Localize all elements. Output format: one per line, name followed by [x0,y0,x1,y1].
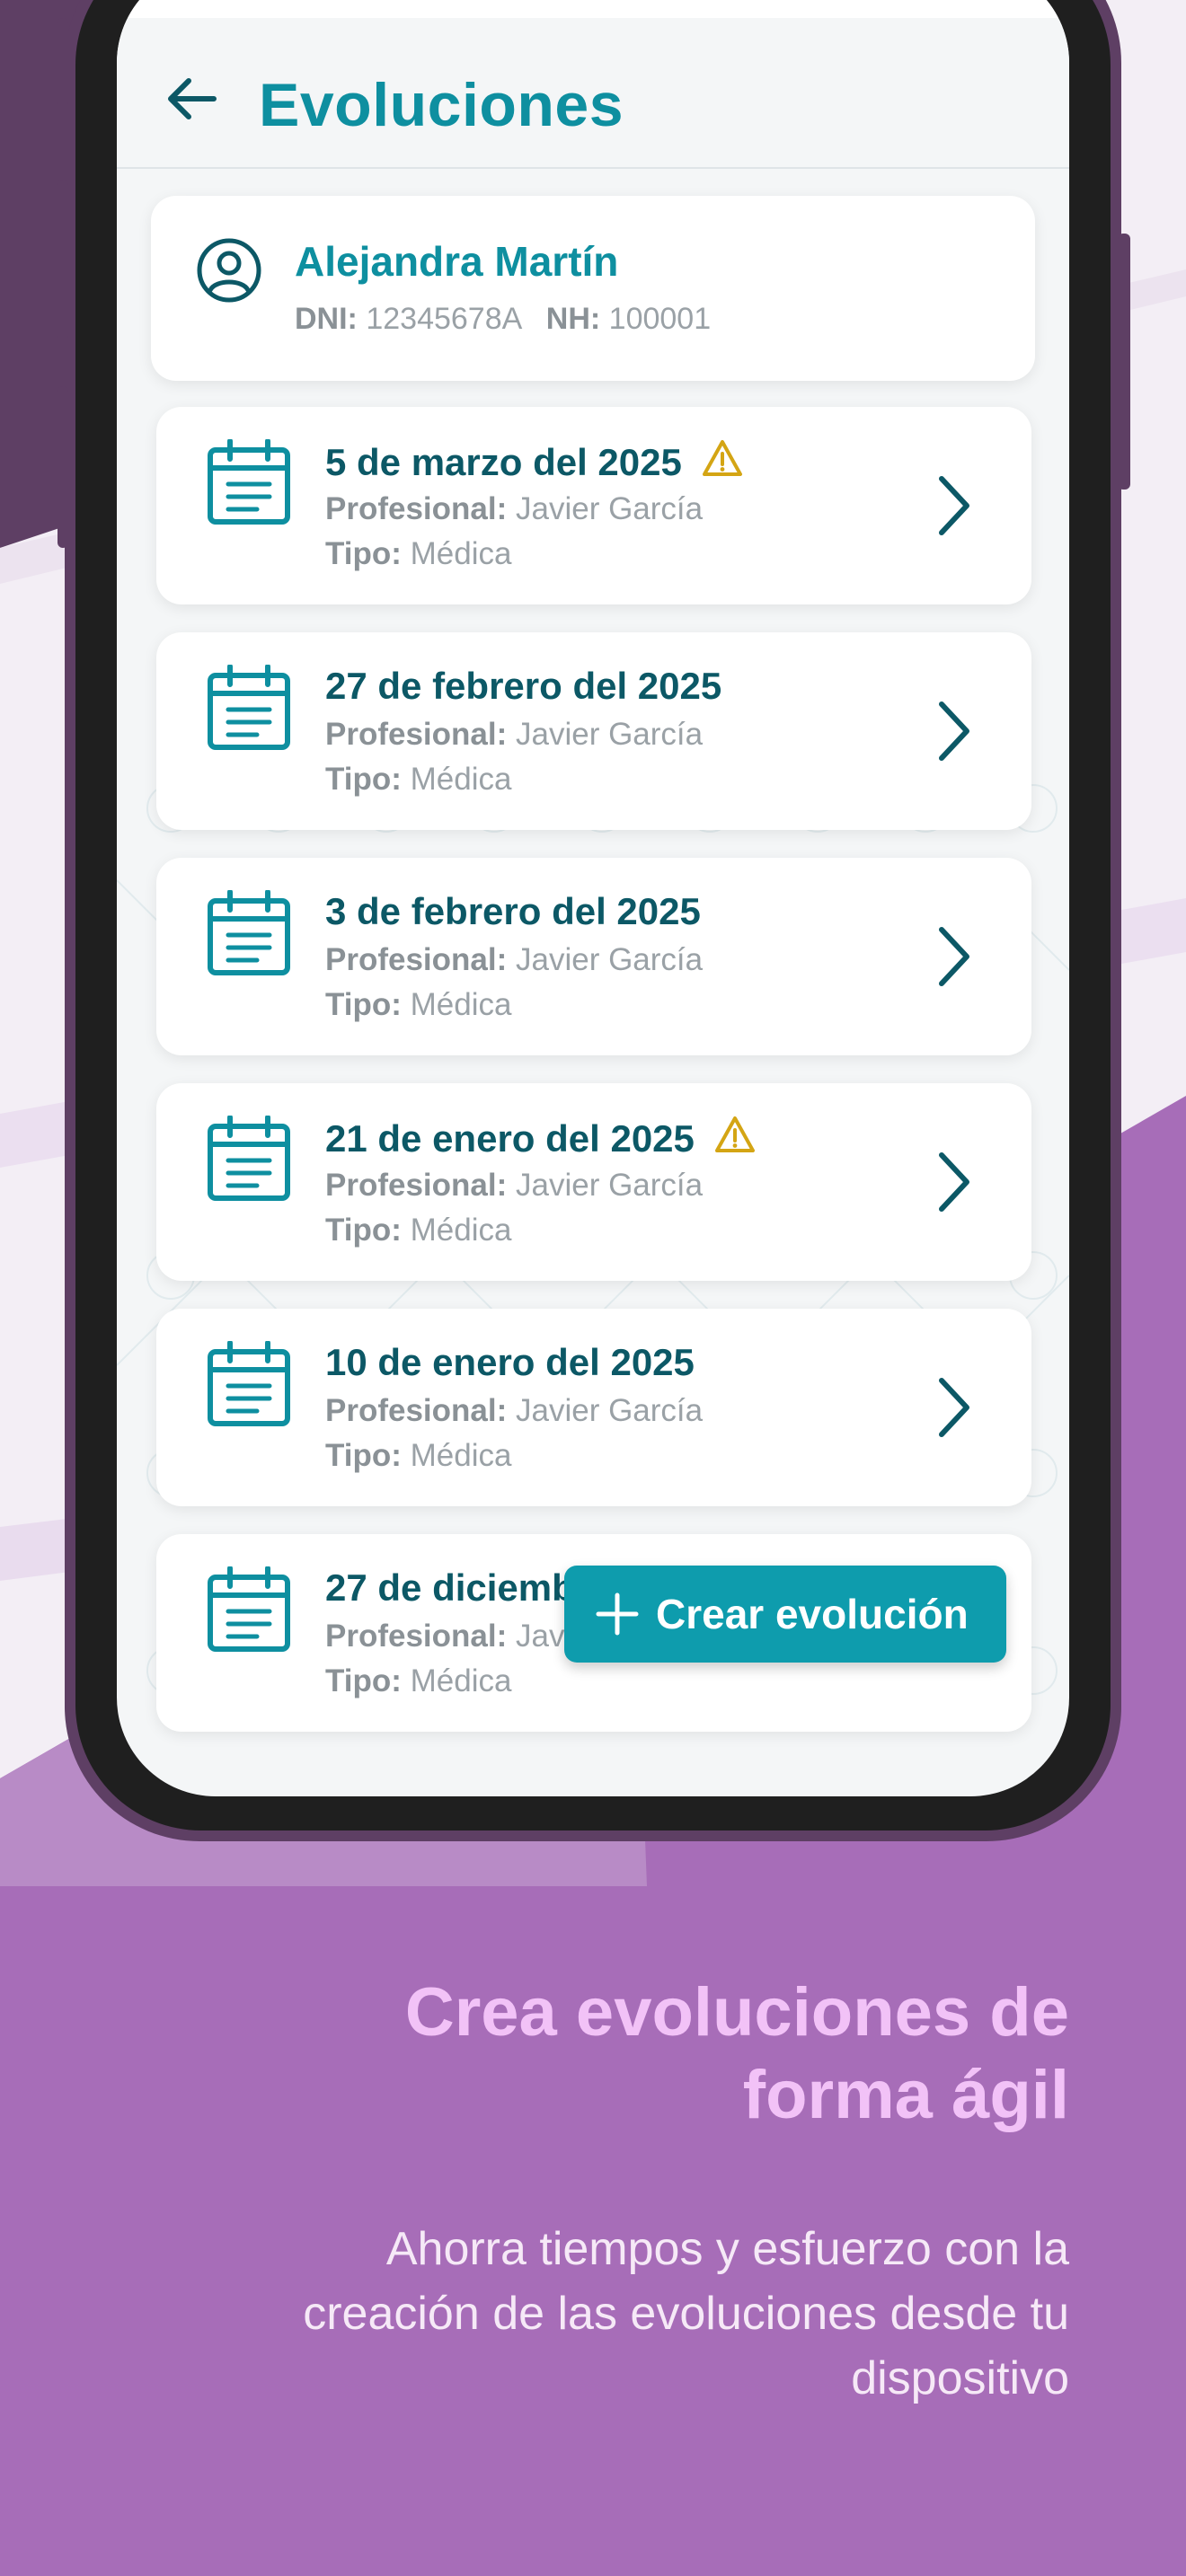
evolution-card[interactable]: 3 de febrero del 2025 Profesional: Javier… [156,858,1031,1055]
promo-headline-line: Crea evoluciones de [404,1974,1069,2051]
page-title: Evoluciones [259,71,624,139]
evolution-date-row: 27 de febrero del 2025 [325,665,721,708]
evolution-card[interactable]: 27 de febrero del 2025 Profesional: Javie… [156,632,1031,830]
evolution-date: 5 de marzo del 2025 [325,441,682,483]
promo-subtext-line: dispositivo [851,2352,1069,2404]
patient-ids: DNI: 12345678A NH: 100001 [295,302,711,337]
professional-label: Profesional: [325,1168,508,1203]
patient-name: Alejandra Martín [295,238,619,285]
status-bar [117,0,1069,18]
nh-label: NH: [545,302,601,336]
evolution-type: Tipo: Médica [325,1213,511,1248]
phone-power-button [1118,234,1130,490]
type-value: Médica [410,1663,512,1698]
app-screen: Evoluciones Alejandra Martín DNI: 123456… [117,0,1069,1796]
professional-value: Javier García [516,491,704,526]
calendar-icon [207,664,291,755]
evolution-professional: Profesional: Javier García [325,942,703,978]
evolution-professional: Profesional: Javier García [325,1393,703,1429]
create-evolution-label: Crear evolución [656,1591,969,1637]
phone-volume-up [58,180,68,341]
plus-icon [596,1592,639,1636]
phone-side-button [58,18,68,108]
calendar-icon [207,438,291,530]
evolution-date: 27 de febrero del 2025 [325,665,722,707]
calendar-icon [207,1566,291,1657]
type-value: Médica [410,1438,512,1473]
professional-label: Profesional: [325,1393,508,1428]
chevron-right-icon [936,926,972,992]
evolution-professional: Profesional: Javier García [325,1168,703,1204]
evolution-professional: Profesional: Javier García [325,491,703,527]
evolution-card[interactable]: 10 de enero del 2025 Profesional: Javier … [156,1309,1031,1506]
evolution-date: 3 de febrero del 2025 [325,890,701,932]
evolution-date-row: 10 de enero del 2025 [325,1341,695,1384]
create-evolution-button[interactable]: Crear evolución [564,1566,1006,1663]
arrow-left-icon [168,78,217,119]
professional-label: Profesional: [325,717,508,752]
type-label: Tipo: [325,1213,402,1248]
evolution-professional: Profesional: Javier García [325,717,703,753]
promo-subtext-line: Ahorra tiempos y esfuerzo con la [385,2223,1069,2275]
dni-label: DNI: [295,302,358,336]
professional-label: Profesional: [325,942,508,977]
promo-headline: Crea evoluciones de forma ágil [81,1972,1069,2137]
evolution-type: Tipo: Médica [325,987,511,1023]
type-label: Tipo: [325,1438,402,1473]
type-label: Tipo: [325,762,402,797]
phone-volume-down [58,386,68,548]
evolution-date-row: 21 de enero del 2025 [325,1116,756,1162]
calendar-icon [207,889,291,981]
app-header: Evoluciones [117,18,1069,169]
calendar-icon [207,1340,291,1432]
type-value: Médica [410,762,512,797]
professional-value: Javier García [516,942,704,977]
chevron-right-icon [936,1377,972,1442]
professional-label: Profesional: [325,491,508,526]
warning-icon [714,1116,756,1162]
type-value: Médica [410,536,512,571]
evolution-type: Tipo: Médica [325,1438,511,1474]
evolution-card[interactable]: 21 de enero del 2025 Profesional: Javier … [156,1083,1031,1281]
evolution-date-row: 5 de marzo del 2025 [325,439,743,486]
back-button[interactable] [155,63,226,135]
calendar-icon [207,1115,291,1206]
evolution-card[interactable]: 5 de marzo del 2025 Profesional: Javier G… [156,407,1031,604]
evolution-type: Tipo: Médica [325,762,511,798]
type-label: Tipo: [325,987,402,1022]
professional-value: Javier García [516,717,704,752]
professional-value: Javier García [516,1393,704,1428]
type-label: Tipo: [325,1663,402,1698]
warning-icon [702,439,743,486]
promo-subtext: Ahorra tiempos y esfuerzo con la creació… [81,2217,1069,2411]
dni-value: 12345678A [366,302,521,336]
evolution-date-row: 3 de febrero del 2025 [325,890,701,933]
type-value: Médica [410,1213,512,1248]
evolution-date: 21 de enero del 2025 [325,1117,695,1160]
patient-card: Alejandra Martín DNI: 12345678A NH: 1000… [151,196,1035,381]
promo-headline-line: forma ágil [742,2057,1069,2133]
evolution-type: Tipo: Médica [325,1663,511,1699]
promo-subtext-line: creación de las evoluciones desde tu [303,2288,1069,2340]
evolution-type: Tipo: Médica [325,536,511,572]
type-value: Médica [410,987,512,1022]
chevron-right-icon [936,1151,972,1217]
professional-label: Profesional: [325,1619,508,1654]
type-label: Tipo: [325,536,402,571]
chevron-right-icon [936,475,972,541]
nh-value: 100001 [608,302,712,336]
professional-value: Javier García [516,1168,704,1203]
evolution-date: 10 de enero del 2025 [325,1341,695,1383]
user-circle-icon [197,238,261,303]
chevron-right-icon [936,701,972,766]
